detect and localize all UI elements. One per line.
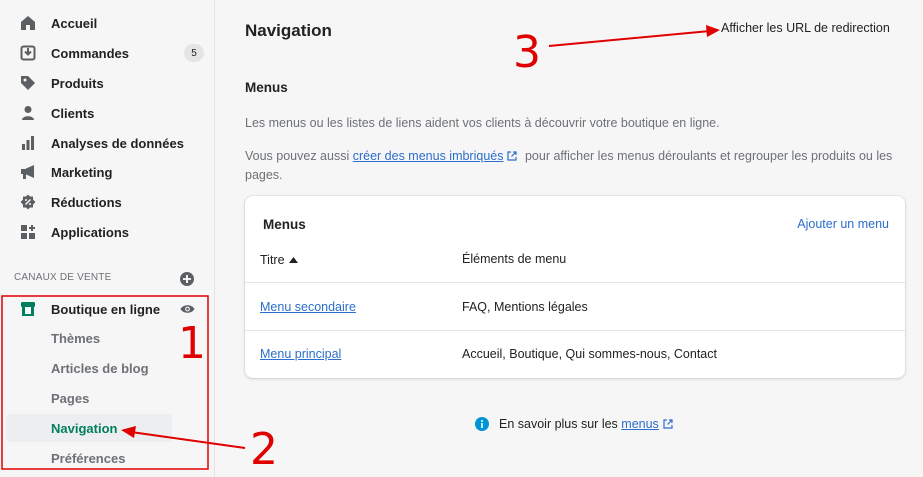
annotation-number-2: 2 xyxy=(250,424,278,475)
nested-menus-description: Vous pouvez aussi créer des menus imbriq… xyxy=(245,147,905,184)
annotation-number-1: 1 xyxy=(178,318,206,369)
external-link-icon xyxy=(663,419,673,429)
bar-chart-icon xyxy=(19,134,37,152)
sidebar-item-label: Réductions xyxy=(51,194,122,210)
person-icon xyxy=(19,104,37,122)
eye-icon[interactable] xyxy=(180,302,195,319)
desc-text: Vous pouvez aussi xyxy=(245,149,353,163)
sidebar-item-label: Analyses de données xyxy=(51,135,184,151)
sidebar-item-label: Commandes xyxy=(51,45,130,61)
column-header-label: Titre xyxy=(260,253,285,267)
menus-section-heading: Menus xyxy=(245,80,288,95)
sidebar-subitem-label: Thèmes xyxy=(51,330,101,346)
sidebar-item-label: Boutique en ligne xyxy=(51,301,161,317)
external-link-icon xyxy=(507,148,518,166)
redirect-urls-link[interactable]: Afficher les URL de redirection xyxy=(721,21,890,35)
sidebar-item-applications[interactable]: Applications xyxy=(0,218,215,246)
sidebar-subitem-pages[interactable]: Pages xyxy=(0,384,215,412)
orders-icon xyxy=(19,44,37,62)
learn-more-footer: En savoir plus sur les menus xyxy=(475,417,673,431)
menus-description: Les menus ou les listes de liens aident … xyxy=(245,116,720,130)
sidebar-item-produits[interactable]: Produits xyxy=(0,69,215,97)
sidebar-item-reductions[interactable]: Réductions xyxy=(0,188,215,216)
menu-items-text: Accueil, Boutique, Qui sommes-nous, Cont… xyxy=(462,347,717,361)
sidebar-subitem-navigation[interactable]: Navigation xyxy=(6,414,172,442)
sales-channels-title: CANAUX DE VENTE xyxy=(14,272,112,283)
learn-more-text: En savoir plus sur les xyxy=(499,417,622,431)
sidebar-item-clients[interactable]: Clients xyxy=(0,99,215,127)
sidebar-item-label: Marketing xyxy=(51,164,113,180)
discount-icon xyxy=(19,193,37,211)
sidebar-subitem-label: Navigation xyxy=(51,420,118,436)
sidebar-subitem-label: Préférences xyxy=(51,450,126,466)
menus-card: Menus Ajouter un menu Titre Éléments de … xyxy=(245,196,905,378)
add-menu-button[interactable]: Ajouter un menu xyxy=(797,217,889,231)
sidebar-item-label: Clients xyxy=(51,105,95,121)
sort-asc-icon xyxy=(288,252,298,266)
page-title: Navigation xyxy=(245,21,332,40)
store-icon xyxy=(19,300,37,318)
megaphone-icon xyxy=(19,163,37,181)
home-icon xyxy=(19,14,37,32)
tag-icon xyxy=(19,74,37,92)
sidebar-item-accueil[interactable]: Accueil xyxy=(0,9,215,37)
orders-count-badge: 5 xyxy=(184,44,204,62)
sidebar-item-label: Produits xyxy=(51,75,104,91)
menu-title-link[interactable]: Menu secondaire xyxy=(260,300,356,314)
learn-more-menus-link[interactable]: menus xyxy=(621,417,659,431)
sidebar-item-analyses[interactable]: Analyses de données xyxy=(0,129,215,157)
menu-items-text: FAQ, Mentions légales xyxy=(462,300,588,314)
menu-title-link[interactable]: Menu principal xyxy=(260,347,341,361)
column-header-title[interactable]: Titre xyxy=(260,252,298,267)
apps-icon xyxy=(19,223,37,241)
main-content: Navigation Afficher les URL de redirecti… xyxy=(216,0,923,477)
sidebar-subitem-label: Pages xyxy=(51,390,90,406)
sidebar-item-label: Accueil xyxy=(51,15,98,31)
divider xyxy=(245,330,905,331)
sidebar-subitem-preferences[interactable]: Préférences xyxy=(0,444,215,472)
sidebar-item-commandes[interactable]: Commandes 5 xyxy=(0,39,215,67)
divider xyxy=(245,282,905,283)
sidebar: Accueil Commandes 5 Produits Clients Ana… xyxy=(0,0,215,477)
sidebar-item-marketing[interactable]: Marketing xyxy=(0,158,215,186)
annotation-number-3: 3 xyxy=(513,27,541,78)
card-title: Menus xyxy=(263,217,306,232)
sidebar-subitem-label: Articles de blog xyxy=(51,360,149,376)
nested-menus-link[interactable]: créer des menus imbriqués xyxy=(353,149,504,163)
info-icon xyxy=(475,417,489,431)
column-header-items: Éléments de menu xyxy=(462,252,567,266)
add-channel-icon[interactable] xyxy=(180,272,194,286)
sidebar-item-label: Applications xyxy=(51,224,130,240)
